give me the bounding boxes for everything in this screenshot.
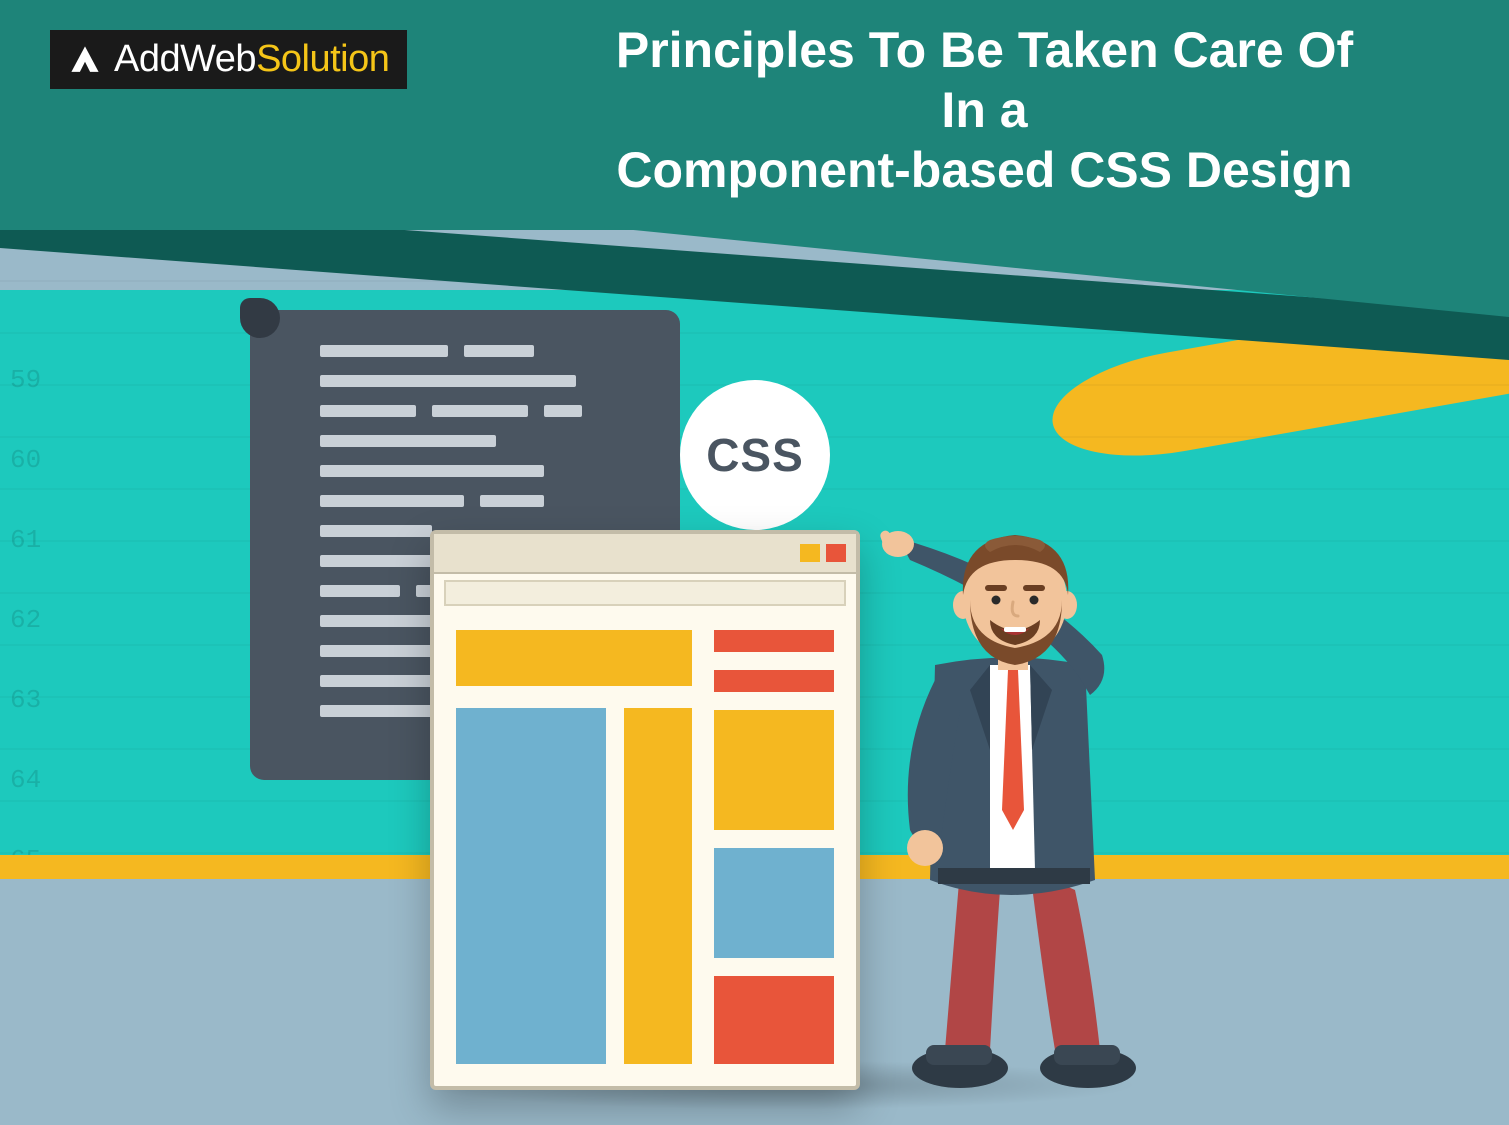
- brand-wordmark: AddWebSolution: [114, 38, 389, 81]
- banner-graphic: 59 60 61 62 63 64 65 AddWebSolution Prin…: [0, 0, 1509, 1125]
- layout-main: [456, 708, 692, 1064]
- browser-mockup: [430, 530, 860, 1090]
- headline-line-1: Principles To Be Taken Care Of: [500, 20, 1469, 80]
- page-title: Principles To Be Taken Care Of In a Comp…: [500, 20, 1469, 200]
- css-badge-label: CSS: [706, 428, 804, 482]
- window-minimize-icon: [800, 544, 820, 562]
- brand-logo: AddWebSolution: [50, 30, 407, 89]
- brand-mark-icon: [68, 43, 102, 77]
- css-badge: CSS: [680, 380, 830, 530]
- browser-titlebar: [434, 534, 856, 574]
- presenter-illustration: [840, 490, 1180, 1110]
- layout-sidebar: [714, 630, 834, 1064]
- browser-address-bar: [444, 580, 846, 606]
- layout-hero-block: [456, 630, 692, 686]
- headline-line-3: Component-based CSS Design: [500, 140, 1469, 200]
- code-line-numbers: 59 60 61 62 63 64 65: [10, 340, 41, 900]
- headline-line-2: In a: [500, 80, 1469, 140]
